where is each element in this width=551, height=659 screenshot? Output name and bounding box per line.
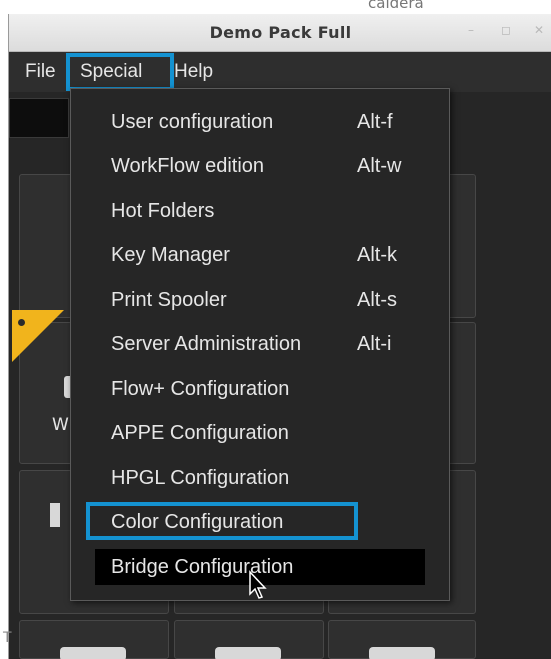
special-menu-highlight-box: [66, 53, 174, 91]
menu-item-label: Bridge Configuration: [111, 556, 294, 578]
maximize-icon[interactable]: ◻: [498, 22, 514, 38]
menu-item-server-administration[interactable]: Server Administration Alt-i: [71, 324, 449, 364]
menu-item-shortcut: Alt-k: [357, 244, 397, 266]
menu-item-flow-plus-configuration[interactable]: Flow+ Configuration: [71, 369, 449, 409]
app-tile[interactable]: [328, 620, 476, 659]
status-dot-icon: [18, 319, 25, 326]
menu-file[interactable]: File: [25, 61, 56, 83]
menu-item-user-configuration[interactable]: User configuration Alt-f: [71, 102, 449, 142]
menu-item-hot-folders[interactable]: Hot Folders: [71, 191, 449, 231]
menu-item-label: Hot Folders: [111, 200, 215, 222]
edge-text: T: [3, 630, 12, 646]
color-configuration-highlight-box: [86, 502, 358, 540]
toolbar-field[interactable]: [9, 98, 69, 138]
close-icon[interactable]: ✕: [531, 22, 547, 38]
menu-item-label: Print Spooler: [111, 289, 227, 311]
menu-item-label: APPE Configuration: [111, 422, 289, 444]
menu-item-appe-configuration[interactable]: APPE Configuration: [71, 413, 449, 453]
menu-item-key-manager[interactable]: Key Manager Alt-k: [71, 235, 449, 275]
menu-item-label: Key Manager: [111, 244, 230, 266]
menu-item-workflow-edition[interactable]: WorkFlow edition Alt-w: [71, 146, 449, 186]
title-bar[interactable]: Demo Pack Full – ◻ ✕: [9, 14, 551, 52]
menu-item-label: Flow+ Configuration: [111, 378, 290, 400]
menu-item-shortcut: Alt-w: [357, 155, 402, 177]
menu-item-label: Server Administration: [111, 333, 302, 355]
menu-item-shortcut: Alt-f: [357, 111, 393, 133]
tile-label: W: [52, 415, 69, 435]
printer-icon: [369, 647, 435, 659]
menu-item-shortcut: Alt-i: [357, 333, 392, 355]
menu-item-label: HPGL Configuration: [111, 467, 290, 489]
tile-glyph: [50, 503, 60, 527]
app-tile[interactable]: [174, 620, 324, 659]
status-flag-icon: [12, 310, 64, 362]
printer-icon: [215, 647, 281, 659]
printer-icon: [60, 647, 126, 659]
menu-item-label: WorkFlow edition: [111, 155, 265, 177]
app-tile[interactable]: [19, 620, 169, 659]
menu-item-print-spooler[interactable]: Print Spooler Alt-s: [71, 280, 449, 320]
minimize-icon[interactable]: –: [463, 22, 479, 38]
background-window-title: caldera: [368, 0, 424, 12]
menu-help[interactable]: Help: [174, 61, 213, 83]
menu-item-label: User configuration: [111, 111, 274, 133]
menu-bar: File Special Help: [9, 52, 551, 92]
menu-item-shortcut: Alt-s: [357, 289, 397, 311]
menu-item-hpgl-configuration[interactable]: HPGL Configuration: [71, 458, 449, 498]
